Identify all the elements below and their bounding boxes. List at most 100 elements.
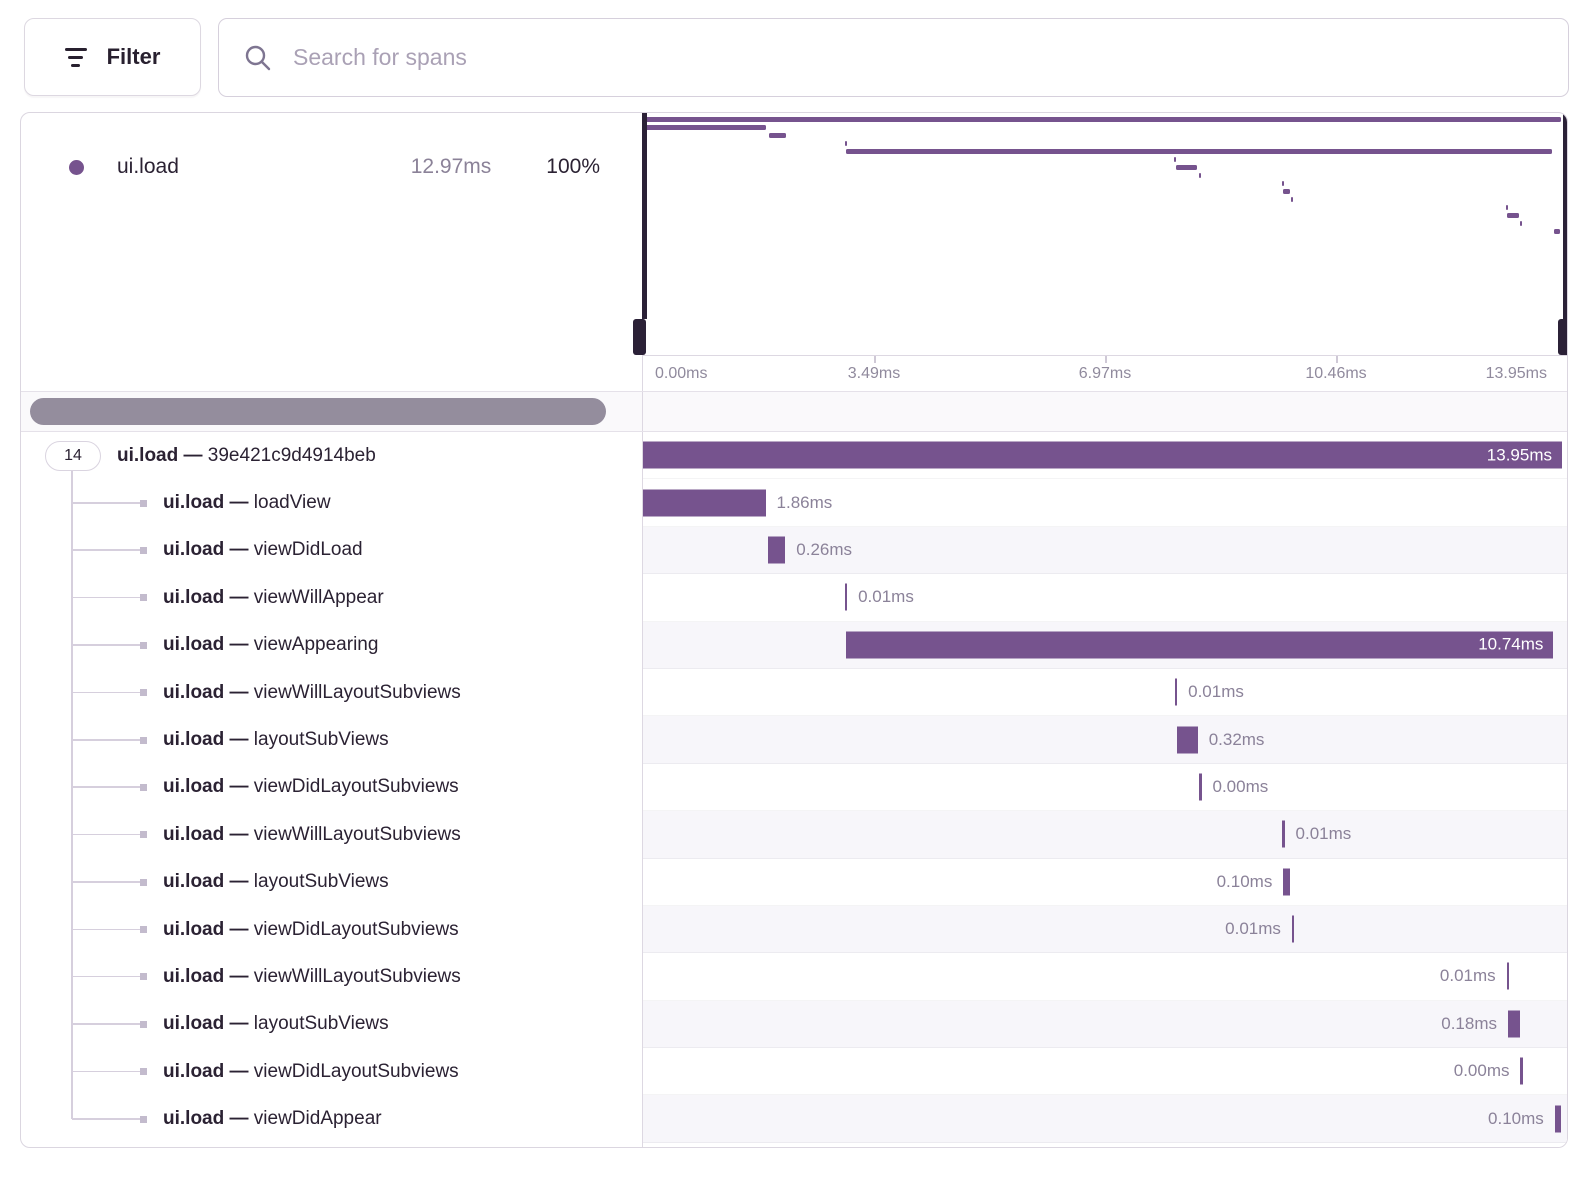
tree-row-loadView[interactable]: ui.load — loadView xyxy=(21,479,642,526)
children-count-badge[interactable]: 14 xyxy=(45,441,101,471)
minimap-span-bar xyxy=(1283,189,1290,194)
minimap-span-bar xyxy=(1176,165,1197,170)
trace-minimap[interactable] xyxy=(642,113,1567,355)
span-duration-bar[interactable]: 10.74ms xyxy=(846,631,1554,658)
span-duration-bar[interactable] xyxy=(1282,821,1285,848)
tree-row-layoutSubViews[interactable]: ui.load — layoutSubViews xyxy=(21,716,642,763)
span-duration-bar[interactable] xyxy=(1199,773,1202,800)
waterfall-plot: 0.01ms xyxy=(643,574,1562,620)
waterfall-plot: 0.10ms xyxy=(643,859,1562,905)
span-label: ui.load — viewDidAppear xyxy=(163,1108,382,1130)
span-duration-bar[interactable] xyxy=(1507,963,1510,990)
op-name: ui.load xyxy=(117,155,378,179)
tree-row-viewAppearing[interactable]: ui.load — viewAppearing xyxy=(21,622,642,669)
tree-row-viewDidLayoutSubviews[interactable]: ui.load — viewDidLayoutSubviews xyxy=(21,906,642,953)
axis-tick-label: 0.00ms xyxy=(655,365,707,383)
tree-row-layoutSubViews[interactable]: ui.load — layoutSubViews xyxy=(21,1001,642,1048)
span-duration-label: 0.00ms xyxy=(1454,1061,1510,1081)
axis-tick-label: 10.46ms xyxy=(1305,365,1366,383)
axis-tick-mark xyxy=(1336,356,1338,363)
waterfall-plot: 0.18ms xyxy=(643,1001,1562,1047)
tree-row-viewDidAppear[interactable]: ui.load — viewDidAppear xyxy=(21,1095,642,1142)
span-duration-bar[interactable]: 13.95ms xyxy=(643,442,1562,469)
waterfall-row-viewWillLayoutSubviews[interactable]: 0.01ms xyxy=(643,669,1567,716)
op-color-dot xyxy=(69,160,84,175)
waterfall-row-viewWillAppear[interactable]: 0.01ms xyxy=(643,574,1567,621)
waterfall-plot: 0.01ms xyxy=(643,811,1562,857)
span-tree: 14ui.load — 39e421c9d4914bebui.load — lo… xyxy=(21,432,642,1147)
waterfall-row-layoutSubViews[interactable]: 0.10ms xyxy=(643,859,1567,906)
waterfall-row-39e421c9d4914beb[interactable]: 13.95ms xyxy=(643,432,1567,479)
tree-row-viewWillLayoutSubviews[interactable]: ui.load — viewWillLayoutSubviews xyxy=(21,811,642,858)
waterfall-row-layoutSubViews[interactable]: 0.18ms xyxy=(643,1001,1567,1048)
span-label: ui.load — viewDidLayoutSubviews xyxy=(163,776,459,798)
waterfall-row-viewWillLayoutSubviews[interactable]: 0.01ms xyxy=(643,811,1567,858)
tree-row-viewDidLayoutSubviews[interactable]: ui.load — viewDidLayoutSubviews xyxy=(21,1048,642,1095)
waterfall-plot: 1.86ms xyxy=(643,479,1562,525)
span-duration-label: 1.86ms xyxy=(777,493,833,513)
span-duration-label: 0.01ms xyxy=(858,587,914,607)
span-duration-label: 0.32ms xyxy=(1209,730,1265,750)
minimap-right-handle-line[interactable] xyxy=(1563,113,1568,319)
span-label: ui.load — viewDidLoad xyxy=(163,539,363,561)
waterfall-plot: 0.01ms xyxy=(643,669,1562,715)
axis-tick-label: 3.49ms xyxy=(848,365,900,383)
waterfall-row-viewAppearing[interactable]: 10.74ms xyxy=(643,622,1567,669)
waterfall-plot: 10.74ms xyxy=(643,622,1562,668)
span-duration-label: 10.74ms xyxy=(1478,635,1543,655)
waterfall-strip xyxy=(642,392,1567,431)
waterfall-plot: 0.01ms xyxy=(643,953,1562,999)
tree-row-viewWillLayoutSubviews[interactable]: ui.load — viewWillLayoutSubviews xyxy=(21,669,642,716)
waterfall-row-viewWillLayoutSubviews[interactable]: 0.01ms xyxy=(643,953,1567,1000)
span-label: ui.load — viewWillAppear xyxy=(163,587,384,609)
waterfall-row-viewDidAppear[interactable]: 0.10ms xyxy=(643,1095,1567,1142)
tree-row-layoutSubViews[interactable]: ui.load — layoutSubViews xyxy=(21,859,642,906)
span-duration-bar[interactable] xyxy=(1292,916,1295,943)
scroll-strip xyxy=(21,391,1567,432)
minimap-left-handle-line[interactable] xyxy=(642,113,647,319)
filter-icon xyxy=(65,48,87,67)
span-duration-bar[interactable] xyxy=(768,536,785,563)
waterfall-row-viewDidLayoutSubviews[interactable]: 0.00ms xyxy=(643,764,1567,811)
span-duration-bar[interactable] xyxy=(643,489,766,516)
tree-horizontal-scrollbar[interactable] xyxy=(30,398,606,425)
waterfall-row-viewDidLayoutSubviews[interactable]: 0.01ms xyxy=(643,906,1567,953)
tree-row-viewDidLayoutSubviews[interactable]: ui.load — viewDidLayoutSubviews xyxy=(21,764,642,811)
minimap-right-handle-grip[interactable] xyxy=(1558,319,1568,355)
span-duration-bar[interactable] xyxy=(1175,679,1178,706)
minimap-span-bar xyxy=(644,125,766,130)
span-duration-bar[interactable] xyxy=(1508,1010,1520,1037)
minimap-span-bar xyxy=(1507,213,1519,218)
minimap-span-bar xyxy=(1506,205,1508,210)
search-box[interactable] xyxy=(218,18,1569,97)
waterfall-row-viewDidLoad[interactable]: 0.26ms xyxy=(643,527,1567,574)
minimap-span-bar xyxy=(846,149,1552,154)
time-axis-row: 0.00ms3.49ms6.97ms10.46ms13.95ms xyxy=(21,355,1567,391)
tree-row-viewWillLayoutSubviews[interactable]: ui.load — viewWillLayoutSubviews xyxy=(21,953,642,1000)
span-waterfall: 13.95ms1.86ms0.26ms0.01ms10.74ms0.01ms0.… xyxy=(642,432,1567,1147)
span-label: ui.load — layoutSubViews xyxy=(163,871,389,893)
waterfall-row-layoutSubViews[interactable]: 0.32ms xyxy=(643,716,1567,763)
span-duration-bar[interactable] xyxy=(845,584,848,611)
span-duration-label: 13.95ms xyxy=(1487,445,1552,465)
toolbar: Filter xyxy=(0,0,1588,112)
span-duration-bar[interactable] xyxy=(1177,726,1198,753)
span-label: ui.load — layoutSubViews xyxy=(163,729,389,751)
axis-tick-mark xyxy=(1105,356,1107,363)
op-percent: 100% xyxy=(546,155,600,179)
minimap-left-handle-grip[interactable] xyxy=(633,319,646,355)
span-duration-bar[interactable] xyxy=(1283,868,1290,895)
search-input[interactable] xyxy=(291,43,1544,72)
tree-row-39e421c9d4914beb[interactable]: 14ui.load — 39e421c9d4914beb xyxy=(21,432,642,479)
minimap-span-bar xyxy=(1554,229,1561,234)
waterfall-row-viewDidLayoutSubviews[interactable]: 0.00ms xyxy=(643,1048,1567,1095)
tree-scrollbar-track xyxy=(21,392,642,431)
tree-row-viewDidLoad[interactable]: ui.load — viewDidLoad xyxy=(21,527,642,574)
span-label: ui.load — viewWillLayoutSubviews xyxy=(163,966,461,988)
waterfall-row-loadView[interactable]: 1.86ms xyxy=(643,479,1567,526)
span-duration-bar[interactable] xyxy=(1520,1058,1523,1085)
span-duration-bar[interactable] xyxy=(1555,1105,1562,1132)
filter-button[interactable]: Filter xyxy=(24,18,201,96)
ops-breakdown-row: ui.load 12.97ms 100% xyxy=(69,155,600,179)
tree-row-viewWillAppear[interactable]: ui.load — viewWillAppear xyxy=(21,574,642,621)
